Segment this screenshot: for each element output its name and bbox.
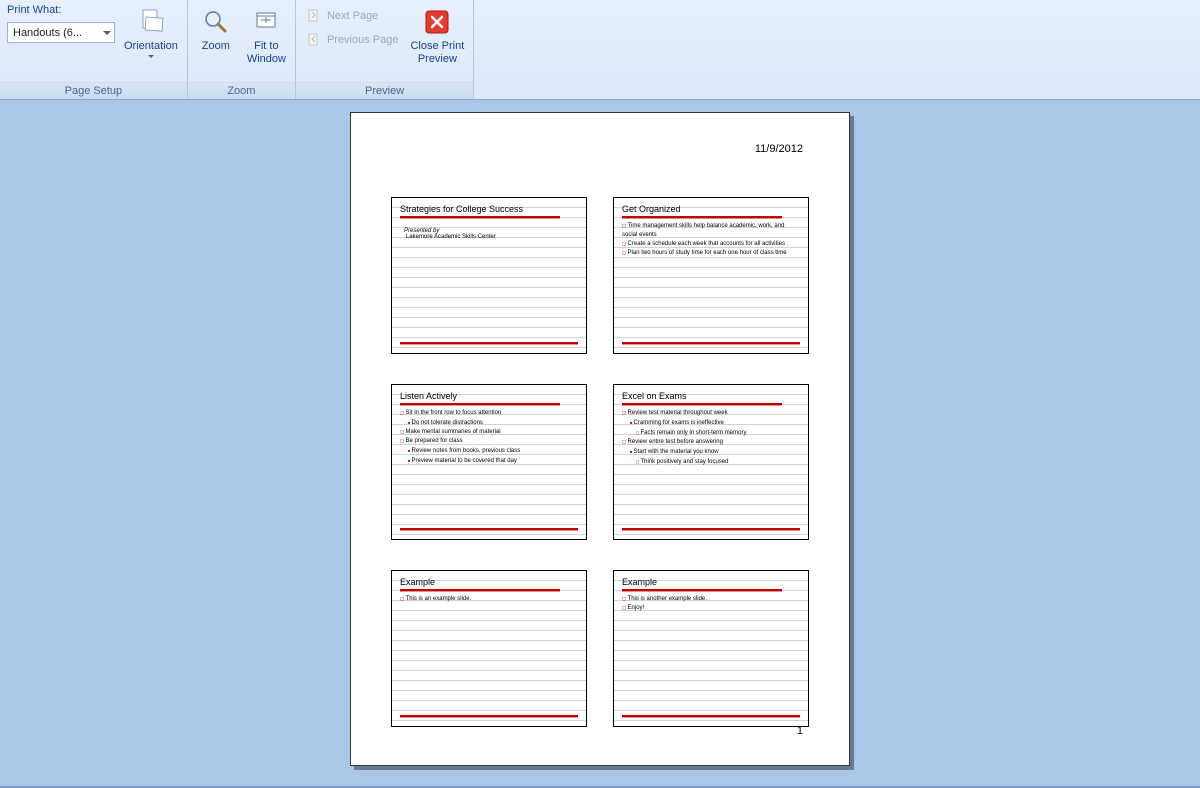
fit-to-window-button[interactable]: Fit to Window (241, 2, 292, 80)
title-underline (400, 589, 560, 591)
slide-1: Strategies for College Success Presented… (391, 197, 587, 354)
orientation-icon (136, 5, 166, 39)
slide-title: Example (400, 577, 578, 587)
slide-title: Excel on Exams (622, 391, 800, 401)
close-icon (424, 5, 450, 39)
bottom-underline (622, 715, 800, 717)
slide-body: This is an example slide. (400, 595, 578, 604)
group-page-setup: Print What: Handouts (6... Orientation P… (0, 0, 188, 99)
zoom-icon (202, 5, 230, 39)
bottom-underline (400, 528, 578, 530)
next-page-icon (305, 7, 323, 25)
chevron-down-icon (148, 55, 154, 58)
next-page-label: Next Page (327, 10, 378, 22)
orientation-label: Orientation (124, 40, 178, 53)
chevron-down-icon (103, 31, 111, 35)
ribbon: Print What: Handouts (6... Orientation P… (0, 0, 1200, 100)
slide-grid: Strategies for College Success Presented… (391, 197, 809, 727)
slide-title: Strategies for College Success (400, 204, 578, 214)
zoom-button[interactable]: Zoom (191, 2, 241, 80)
slide-body: This is another example slide. Enjoy! (622, 595, 800, 613)
bottom-underline (400, 342, 578, 344)
slide-body: Sit in the front row to focus attention … (400, 409, 578, 466)
print-what-label: Print What: (7, 4, 114, 16)
title-underline (400, 403, 560, 405)
handout-page: 11/9/2012 1 Strategies for College Succe… (350, 112, 850, 766)
slide-title: Get Organized (622, 204, 800, 214)
slide-body: Time management skills help balance acad… (622, 222, 800, 258)
page-date: 11/9/2012 (755, 143, 803, 155)
slide-title: Example (622, 577, 800, 587)
preview-workspace[interactable]: 11/9/2012 1 Strategies for College Succe… (0, 100, 1200, 788)
previous-page-icon (305, 31, 323, 49)
group-zoom: Zoom Fit to Window Zoom (188, 0, 296, 99)
slide-3: Listen Actively Sit in the front row to … (391, 384, 587, 541)
slide-4: Excel on Exams Review test material thro… (613, 384, 809, 541)
group-preview: Next Page Previous Page Close Print Prev (296, 0, 474, 99)
close-print-preview-button[interactable]: Close Print Preview (404, 2, 470, 80)
bottom-underline (400, 715, 578, 717)
print-what-dropdown[interactable]: Handouts (6... (7, 22, 115, 43)
title-underline (622, 589, 782, 591)
slide-org: Lakemore Academic Skills Center (406, 234, 578, 240)
fit-to-window-label: Fit to Window (247, 40, 286, 66)
slide-5: Example This is an example slide. (391, 570, 587, 727)
orientation-button[interactable]: Orientation (118, 2, 184, 80)
bottom-underline (622, 528, 800, 530)
fit-to-window-icon (252, 5, 280, 39)
print-what-value: Handouts (6... (13, 27, 82, 39)
title-underline (622, 216, 782, 218)
group-label-zoom: Zoom (188, 82, 295, 99)
title-underline (400, 216, 560, 218)
previous-page-label: Previous Page (327, 34, 399, 46)
slide-title: Listen Actively (400, 391, 578, 401)
zoom-label: Zoom (202, 40, 230, 53)
group-label-page-setup: Page Setup (0, 82, 187, 99)
next-page-button[interactable]: Next Page (299, 4, 405, 28)
title-underline (622, 403, 782, 405)
close-print-preview-label: Close Print Preview (410, 40, 464, 66)
previous-page-button[interactable]: Previous Page (299, 28, 405, 52)
slide-body: Review test material throughout week Cra… (622, 409, 800, 467)
print-what-container: Print What: Handouts (6... (3, 2, 118, 45)
slide-2: Get Organized Time management skills hel… (613, 197, 809, 354)
bottom-underline (622, 342, 800, 344)
group-label-preview: Preview (296, 82, 473, 99)
slide-6: Example This is another example slide. E… (613, 570, 809, 727)
